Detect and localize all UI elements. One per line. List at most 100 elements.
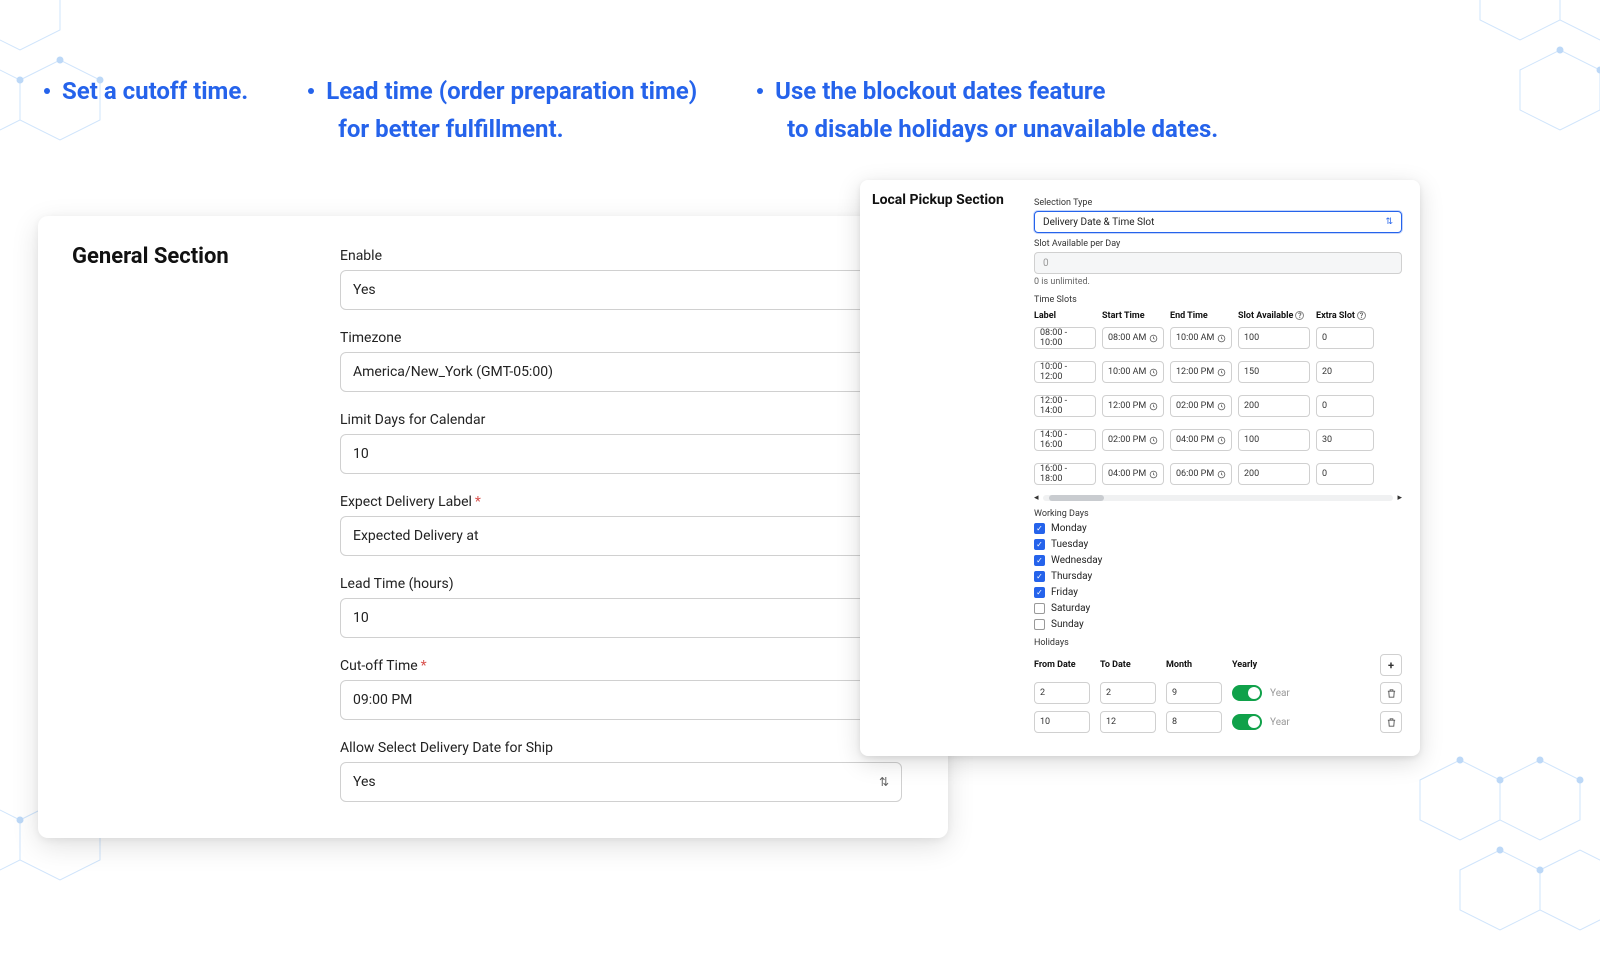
day-label: Wednesday xyxy=(1051,555,1102,566)
input-value: 02:00 PM xyxy=(1108,435,1146,445)
col-header-to: To Date xyxy=(1100,660,1156,670)
chevron-right-icon[interactable]: ▸ xyxy=(1397,493,1402,503)
field-allow-select-ship: Allow Select Delivery Date for Ship Yes … xyxy=(340,740,902,802)
headline-text: Set a cutoff time. xyxy=(62,77,248,105)
label-text: Expect Delivery Label xyxy=(340,494,472,510)
scrollbar-track[interactable] xyxy=(1043,495,1394,501)
slot-extra-input[interactable]: 30 xyxy=(1316,429,1374,451)
slot-end-input[interactable]: 02:00 PM xyxy=(1170,395,1232,417)
general-section-body: Enable Yes ⇅ Timezone America/New_York (… xyxy=(332,244,924,810)
yearly-toggle[interactable] xyxy=(1232,714,1262,730)
input-value: 0 xyxy=(1322,333,1327,343)
delete-holiday-button[interactable] xyxy=(1380,682,1402,704)
bullet-dot-icon xyxy=(308,88,314,94)
delete-holiday-button[interactable] xyxy=(1380,711,1402,733)
working-day-item: ✓ Monday xyxy=(1034,523,1402,534)
timezone-select[interactable]: America/New_York (GMT-05:00) ⇅ xyxy=(340,352,902,392)
input-value: 04:00 PM xyxy=(1108,469,1146,479)
horizontal-scrollbar[interactable]: ◂ ▸ xyxy=(1034,493,1402,503)
day-checkbox[interactable] xyxy=(1034,619,1045,630)
input-value: 10:00 AM xyxy=(1176,333,1214,343)
slot-available-input[interactable]: 150 xyxy=(1238,361,1310,383)
allow-select-ship-select[interactable]: Yes ⇅ xyxy=(340,762,902,802)
slot-end-input[interactable]: 06:00 PM xyxy=(1170,463,1232,485)
chevron-left-icon[interactable]: ◂ xyxy=(1034,493,1039,503)
slot-label-input[interactable]: 12:00 - 14:00 xyxy=(1034,395,1096,417)
lead-time-input[interactable]: 10 xyxy=(340,598,902,638)
day-label: Monday xyxy=(1051,523,1087,534)
clock-icon xyxy=(1217,334,1226,343)
clock-icon xyxy=(1217,436,1226,445)
col-header-avail: Slot Available? xyxy=(1238,311,1310,321)
clock-icon xyxy=(1217,368,1226,377)
slot-label-input[interactable]: 10:00 - 12:00 xyxy=(1034,361,1096,383)
holiday-to-input[interactable]: 2 xyxy=(1100,682,1156,704)
slot-start-input[interactable]: 02:00 PM xyxy=(1102,429,1164,451)
day-checkbox[interactable]: ✓ xyxy=(1034,587,1045,598)
col-header-start: Start Time xyxy=(1102,311,1164,321)
slot-end-input[interactable]: 10:00 AM xyxy=(1170,327,1232,349)
yearly-toggle[interactable] xyxy=(1232,685,1262,701)
headline-text: Lead time (order preparation time) xyxy=(326,77,697,105)
slot-start-input[interactable]: 10:00 AM xyxy=(1102,361,1164,383)
working-days-list: ✓Monday✓Tuesday✓Wednesday✓Thursday✓Frida… xyxy=(1034,523,1402,630)
day-label: Thursday xyxy=(1051,571,1092,582)
input-value: 16:00 - 18:00 xyxy=(1040,464,1090,484)
slot-extra-input[interactable]: 0 xyxy=(1316,327,1374,349)
slot-start-input[interactable]: 12:00 PM xyxy=(1102,395,1164,417)
clock-icon xyxy=(1149,334,1158,343)
holiday-from-input[interactable]: 2 xyxy=(1034,682,1090,704)
timeslots-label: Time Slots xyxy=(1034,295,1402,305)
headline-text: Use the blockout dates feature xyxy=(775,77,1105,105)
clock-icon xyxy=(1149,436,1158,445)
expect-delivery-input[interactable]: Expected Delivery at xyxy=(340,516,902,556)
timeslot-row: 10:00 - 12:00 10:00 AM 12:00 PM 150 20 xyxy=(1034,361,1402,383)
input-value: 20 xyxy=(1322,367,1332,377)
slot-extra-input[interactable]: 0 xyxy=(1316,463,1374,485)
slot-available-per-day-input[interactable]: 0 xyxy=(1034,252,1402,274)
input-value: 100 xyxy=(1244,333,1259,343)
enable-select[interactable]: Yes ⇅ xyxy=(340,270,902,310)
field-expect-delivery-label: Expect Delivery Label* Expected Delivery… xyxy=(340,494,902,556)
help-icon[interactable]: ? xyxy=(1295,311,1304,320)
local-pickup-card: Local Pickup Section Selection Type Deli… xyxy=(860,180,1420,756)
clock-icon xyxy=(1149,470,1158,479)
input-value: 10 xyxy=(353,610,369,626)
field-label: Cut-off Time* xyxy=(340,658,902,674)
input-value: 12:00 - 14:00 xyxy=(1040,396,1090,416)
slot-end-input[interactable]: 12:00 PM xyxy=(1170,361,1232,383)
day-checkbox[interactable] xyxy=(1034,603,1045,614)
slot-start-input[interactable]: 04:00 PM xyxy=(1102,463,1164,485)
limit-days-input[interactable]: 10 xyxy=(340,434,902,474)
day-checkbox[interactable]: ✓ xyxy=(1034,555,1045,566)
slot-available-input[interactable]: 200 xyxy=(1238,395,1310,417)
holiday-month-input[interactable]: 8 xyxy=(1166,711,1222,733)
slot-available-input[interactable]: 200 xyxy=(1238,463,1310,485)
slot-extra-input[interactable]: 20 xyxy=(1316,361,1374,383)
slot-extra-input[interactable]: 0 xyxy=(1316,395,1374,417)
add-holiday-button[interactable]: + xyxy=(1380,654,1402,676)
slot-start-input[interactable]: 08:00 AM xyxy=(1102,327,1164,349)
slot-label-input[interactable]: 08:00 - 10:00 xyxy=(1034,327,1096,349)
cutoff-time-input[interactable]: 09:00 PM xyxy=(340,680,902,720)
selection-type-select[interactable]: Delivery Date & Time Slot ⇅ xyxy=(1034,211,1402,233)
slot-end-input[interactable]: 04:00 PM xyxy=(1170,429,1232,451)
day-checkbox[interactable]: ✓ xyxy=(1034,571,1045,582)
select-value: Yes xyxy=(353,774,376,790)
holiday-to-input[interactable]: 12 xyxy=(1100,711,1156,733)
th-text: Slot Available xyxy=(1238,311,1293,321)
help-icon[interactable]: ? xyxy=(1357,311,1366,320)
field-cutoff-time: Cut-off Time* 09:00 PM xyxy=(340,658,902,720)
headline-leadtime: Lead time (order preparation time) for b… xyxy=(308,72,697,149)
slot-available-input[interactable]: 100 xyxy=(1238,327,1310,349)
slot-label-input[interactable]: 14:00 - 16:00 xyxy=(1034,429,1096,451)
holiday-month-input[interactable]: 9 xyxy=(1166,682,1222,704)
year-hint: Year xyxy=(1270,688,1290,699)
input-value: 2 xyxy=(1106,688,1111,698)
input-value: 30 xyxy=(1322,435,1332,445)
slot-available-input[interactable]: 100 xyxy=(1238,429,1310,451)
day-checkbox[interactable]: ✓ xyxy=(1034,539,1045,550)
holiday-from-input[interactable]: 10 xyxy=(1034,711,1090,733)
day-checkbox[interactable]: ✓ xyxy=(1034,523,1045,534)
slot-label-input[interactable]: 16:00 - 18:00 xyxy=(1034,463,1096,485)
